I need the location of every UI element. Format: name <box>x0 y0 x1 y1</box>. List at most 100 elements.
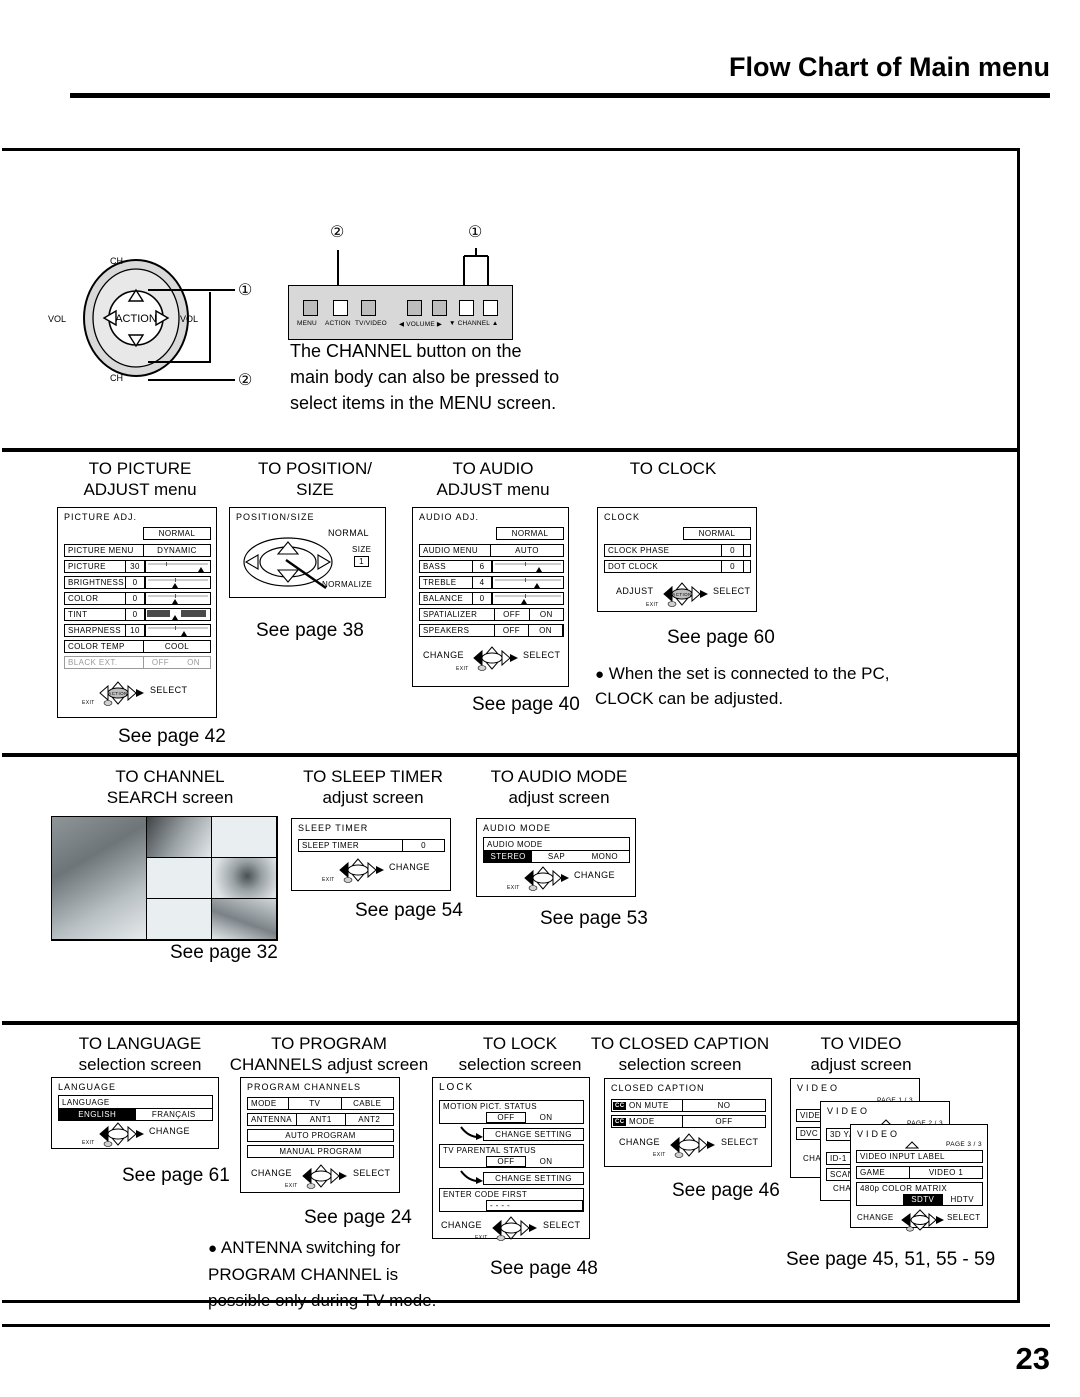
spatializer-row[interactable]: SPATIALIZER OFF ON <box>419 608 564 621</box>
program-mode-cable[interactable]: CABLE <box>340 1097 394 1110</box>
color-temp-row[interactable]: COLOR TEMP COOL <box>64 640 211 653</box>
brightness-row[interactable]: BRIGHTNESS 0 <box>64 576 211 589</box>
treble-slider[interactable] <box>492 577 563 588</box>
lock-change-setting-1[interactable]: CHANGE SETTING <box>483 1128 584 1141</box>
color-slider[interactable] <box>145 593 210 604</box>
thumbnail-main[interactable] <box>52 817 147 940</box>
cc-see-page: See page 46 <box>672 1180 780 1201</box>
picture-select-label: SELECT <box>150 685 188 695</box>
lock-motion-off[interactable]: OFF <box>486 1112 526 1123</box>
svg-text:ACTION: ACTION <box>108 691 127 696</box>
spatializer-off[interactable]: OFF <box>494 608 530 621</box>
bass-slider[interactable] <box>492 561 563 572</box>
program-mode-tv[interactable]: TV <box>288 1098 341 1109</box>
lock-entercode-value[interactable]: - - - - <box>486 1200 583 1211</box>
thumbnail-4[interactable] <box>146 858 212 899</box>
program-auto-row[interactable]: AUTO PROGRAM <box>247 1129 394 1142</box>
thumbnail-3[interactable] <box>211 817 277 858</box>
program-action-pad[interactable] <box>299 1163 351 1189</box>
tint-slider[interactable] <box>145 609 210 620</box>
picture-menu-row[interactable]: PICTURE MENU DYNAMIC <box>64 544 211 557</box>
thumbnail-6[interactable] <box>146 899 212 940</box>
video-p3-action-pad[interactable] <box>899 1208 947 1232</box>
program-antenna-ant1[interactable]: ANT1 <box>296 1113 346 1126</box>
position-see-page: See page 38 <box>256 620 364 641</box>
video-p3-header: VIDEO <box>857 1129 901 1139</box>
black-ext-off[interactable]: OFF <box>143 657 177 668</box>
lock-action-pad[interactable] <box>489 1215 541 1241</box>
language-action-pad[interactable] <box>96 1121 148 1147</box>
speakers-on[interactable]: ON <box>528 624 563 637</box>
sleep-timer-label: SLEEP TIMER <box>302 841 360 850</box>
audiomode-option-stereo[interactable]: STEREO <box>484 851 533 862</box>
sleep-action-pad[interactable] <box>336 857 388 883</box>
lock-motion-on[interactable]: ON <box>526 1112 566 1123</box>
thumbnail-7[interactable] <box>211 899 277 940</box>
sleep-timer-row[interactable]: SLEEP TIMER 0 <box>298 839 445 852</box>
speakers-off[interactable]: OFF <box>494 625 528 636</box>
position-size-value-box[interactable]: 1 <box>354 556 369 567</box>
video-p3-game-row[interactable]: GAME VIDEO 1 <box>856 1166 983 1179</box>
video-p1-header: VIDEO <box>797 1083 841 1093</box>
sharpness-row[interactable]: SHARPNESS 10 <box>64 624 211 637</box>
picture-action-pad[interactable]: ACTION <box>96 680 148 706</box>
language-option-francais[interactable]: FRANÇAIS <box>136 1109 213 1120</box>
program-change-label: CHANGE <box>251 1168 292 1178</box>
lock-motion-row[interactable]: MOTION PICT. STATUS OFF ON <box>439 1100 584 1124</box>
treble-row[interactable]: TREBLE 4 <box>419 576 564 589</box>
audio-normal-row[interactable]: NORMAL <box>496 527 564 540</box>
cc-mode-row[interactable]: CC MODE OFF <box>611 1115 766 1128</box>
balance-row[interactable]: BALANCE 0 <box>419 592 564 605</box>
picture-row[interactable]: PICTURE 30 <box>64 560 211 573</box>
thumbnail-5[interactable] <box>211 858 277 899</box>
balance-slider[interactable] <box>492 593 563 604</box>
picture-normal-row[interactable]: NORMAL <box>143 527 211 540</box>
video-p3-matrix-sdtv[interactable]: SDTV <box>903 1194 943 1205</box>
clock-phase-row[interactable]: CLOCK PHASE 0 <box>604 544 751 557</box>
audio-menu-row[interactable]: AUDIO MENU AUTO <box>419 544 564 557</box>
program-manual-row[interactable]: MANUAL PROGRAM <box>247 1145 394 1158</box>
cc-onmute-label: ON MUTE <box>629 1101 669 1110</box>
lock-entercode-label: ENTER CODE FIRST <box>443 1190 528 1199</box>
language-option-english[interactable]: ENGLISH <box>59 1109 136 1120</box>
tint-row[interactable]: TINT 0 <box>64 608 211 621</box>
bass-row[interactable]: BASS 6 <box>419 560 564 573</box>
lock-parental-on[interactable]: ON <box>526 1156 566 1167</box>
cc-onmute-row[interactable]: CC ON MUTE NO <box>611 1099 766 1112</box>
sharpness-slider[interactable] <box>145 625 210 636</box>
cc-action-pad[interactable] <box>667 1132 719 1158</box>
audiomode-action-pad[interactable] <box>521 865 573 891</box>
dot-clock-row[interactable]: DOT CLOCK 0 <box>604 560 751 573</box>
sleep-change-label: CHANGE <box>389 862 430 872</box>
black-ext-row[interactable]: BLACK EXT. OFF ON <box>64 656 211 669</box>
color-row[interactable]: COLOR 0 <box>64 592 211 605</box>
clock-action-pad[interactable]: ACTION <box>660 581 712 607</box>
page-number: 23 <box>1015 1341 1050 1376</box>
title-divider <box>70 93 1050 98</box>
program-antenna-row[interactable]: ANTENNA ANT1 ANT2 <box>247 1113 394 1126</box>
lock-parental-off[interactable]: OFF <box>486 1156 526 1167</box>
language-item[interactable]: LANGUAGE ENGLISH FRANÇAIS <box>58 1095 213 1121</box>
lock-entercode-row[interactable]: ENTER CODE FIRST - - - - <box>439 1188 584 1212</box>
audiomode-item[interactable]: AUDIO MODE STEREO SAP MONO <box>483 837 630 863</box>
spatializer-on[interactable]: ON <box>530 609 564 620</box>
video-p3-matrix-hdtv[interactable]: HDTV <box>943 1194 983 1205</box>
audiomode-option-sap[interactable]: SAP <box>532 851 580 862</box>
language-osd: LANGUAGE LANGUAGE ENGLISH FRANÇAIS EXIT … <box>51 1077 219 1149</box>
section-divider-3 <box>2 1021 1017 1025</box>
program-antenna-ant2[interactable]: ANT2 <box>346 1114 394 1125</box>
program-mode-row[interactable]: MODE TV CABLE <box>247 1097 394 1110</box>
picture-slider[interactable] <box>145 561 210 572</box>
brightness-slider[interactable] <box>145 577 210 588</box>
lock-parental-row[interactable]: TV PARENTAL STATUS OFF ON <box>439 1144 584 1168</box>
audiomode-option-mono[interactable]: MONO <box>581 851 629 862</box>
clock-normal-row[interactable]: NORMAL <box>683 527 751 540</box>
video-p3-label-row[interactable]: VIDEO INPUT LABEL <box>856 1150 983 1163</box>
black-ext-on[interactable]: ON <box>177 657 210 668</box>
thumbnail-2[interactable] <box>146 817 212 858</box>
audio-action-pad[interactable] <box>470 645 522 671</box>
lock-change-setting-2[interactable]: CHANGE SETTING <box>483 1172 584 1185</box>
speakers-row[interactable]: SPEAKERS OFF ON <box>419 624 564 637</box>
video-p3-matrix-row[interactable]: 480p COLOR MATRIX SDTV HDTV <box>856 1182 983 1206</box>
channel-search-thumbnail-grid[interactable] <box>51 816 278 941</box>
